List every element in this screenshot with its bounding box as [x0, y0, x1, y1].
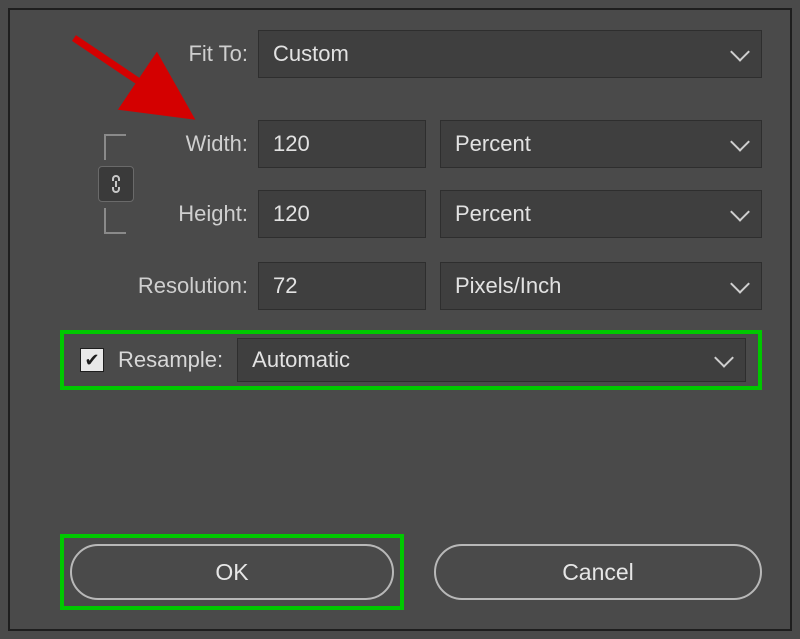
height-unit-value: Percent	[455, 201, 531, 227]
fit-to-value: Custom	[273, 41, 349, 67]
height-input[interactable]	[258, 190, 426, 238]
chevron-down-icon	[730, 42, 750, 62]
resolution-label: Resolution:	[10, 273, 258, 299]
chevron-down-icon	[730, 274, 750, 294]
dialog-button-row: OK Cancel	[10, 533, 790, 611]
resample-select[interactable]: Automatic	[237, 338, 746, 382]
height-row: Height: Percent	[10, 190, 790, 238]
resample-highlight: ✔ Resample: Automatic	[60, 330, 762, 390]
ok-button[interactable]: OK	[70, 544, 394, 600]
chevron-down-icon	[730, 132, 750, 152]
ok-highlight: OK	[60, 534, 404, 610]
cancel-button-label: Cancel	[562, 559, 634, 586]
chevron-down-icon	[730, 202, 750, 222]
ok-button-label: OK	[215, 559, 248, 586]
fit-to-label: Fit To:	[10, 41, 258, 67]
width-input[interactable]	[258, 120, 426, 168]
resolution-unit-select[interactable]: Pixels/Inch	[440, 262, 762, 310]
width-unit-select[interactable]: Percent	[440, 120, 762, 168]
chevron-down-icon	[714, 348, 734, 368]
image-size-dialog: Fit To: Custom Width: Percent Height: Pe…	[8, 8, 792, 631]
fit-to-row: Fit To: Custom	[10, 30, 790, 78]
resolution-input[interactable]	[258, 262, 426, 310]
fit-to-select[interactable]: Custom	[258, 30, 762, 78]
height-unit-select[interactable]: Percent	[440, 190, 762, 238]
resample-label: Resample:	[118, 347, 223, 373]
width-row: Width: Percent	[10, 120, 790, 168]
resolution-row: Resolution: Pixels/Inch	[10, 262, 790, 310]
resample-row: ✔ Resample: Automatic	[10, 330, 790, 390]
cancel-button[interactable]: Cancel	[434, 544, 762, 600]
resample-value: Automatic	[252, 347, 350, 373]
resolution-unit-value: Pixels/Inch	[455, 273, 561, 299]
height-label: Height:	[10, 201, 258, 227]
width-unit-value: Percent	[455, 131, 531, 157]
width-label: Width:	[10, 131, 258, 157]
resample-checkbox[interactable]: ✔	[80, 348, 104, 372]
